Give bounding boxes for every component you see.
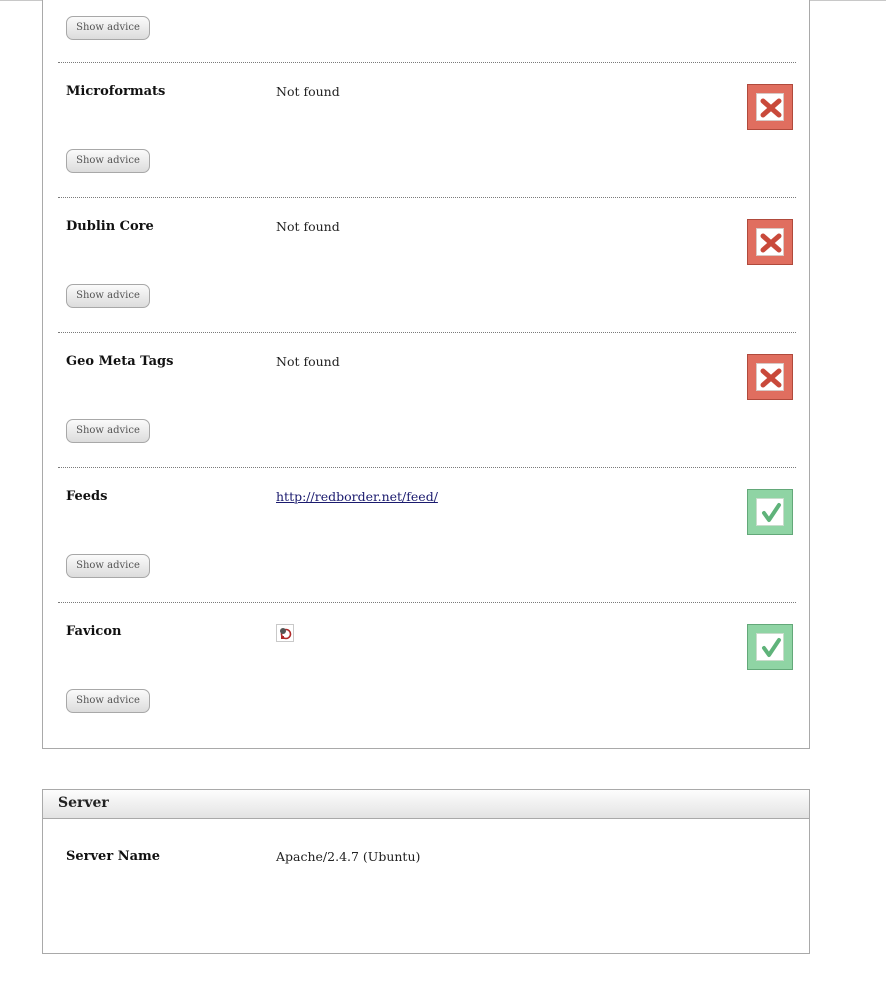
check-value: Not found [276, 219, 340, 234]
check-value: http://redborder.net/feed/ [276, 489, 438, 504]
check-row-feeds: Feeds http://redborder.net/feed/ Show ad… [58, 467, 796, 603]
server-name-value: Apache/2.4.7 (Ubuntu) [276, 849, 421, 864]
feed-link[interactable]: http://redborder.net/feed/ [276, 489, 438, 504]
server-name-label: Server Name [66, 849, 161, 864]
check-value: Not found [276, 84, 340, 99]
check-icon [762, 503, 781, 522]
check-row-previous: Show advice [58, 0, 796, 65]
check-row-favicon: Favicon Show advice [58, 602, 796, 738]
check-label: Favicon [66, 624, 122, 639]
check-label: Feeds [66, 489, 108, 504]
check-row-geo-meta-tags: Geo Meta Tags Not found Show advice [58, 332, 796, 468]
check-label: Dublin Core [66, 219, 154, 234]
check-icon [762, 638, 781, 657]
show-advice-button[interactable]: Show advice [66, 689, 150, 713]
check-row-dublin-core: Dublin Core Not found Show advice [58, 197, 796, 333]
show-advice-button[interactable]: Show advice [66, 284, 150, 308]
check-value: Not found [276, 354, 340, 369]
cross-icon [760, 368, 782, 388]
check-label: Geo Meta Tags [66, 354, 174, 369]
show-advice-button[interactable]: Show advice [66, 554, 150, 578]
cross-icon [760, 233, 782, 253]
favicon-icon [276, 624, 294, 642]
server-panel: Server Server Name Apache/2.4.7 (Ubuntu) [42, 789, 810, 954]
check-label: Microformats [66, 84, 166, 99]
fail-status-badge [747, 84, 793, 130]
show-advice-button[interactable]: Show advice [66, 419, 150, 443]
fail-status-badge [747, 354, 793, 400]
check-row-microformats: Microformats Not found Show advice [58, 62, 796, 198]
fail-status-badge [747, 219, 793, 265]
meta-checks-panel: Show advice Microformats Not found Show … [42, 0, 810, 749]
panel-title: Server [58, 795, 109, 811]
show-advice-button[interactable]: Show advice [66, 149, 150, 173]
server-row-name: Server Name Apache/2.4.7 (Ubuntu) [58, 828, 796, 963]
server-panel-header: Server [43, 790, 809, 819]
show-advice-button[interactable]: Show advice [66, 16, 150, 40]
cross-icon [760, 98, 782, 118]
pass-status-badge [747, 489, 793, 535]
pass-status-badge [747, 624, 793, 670]
